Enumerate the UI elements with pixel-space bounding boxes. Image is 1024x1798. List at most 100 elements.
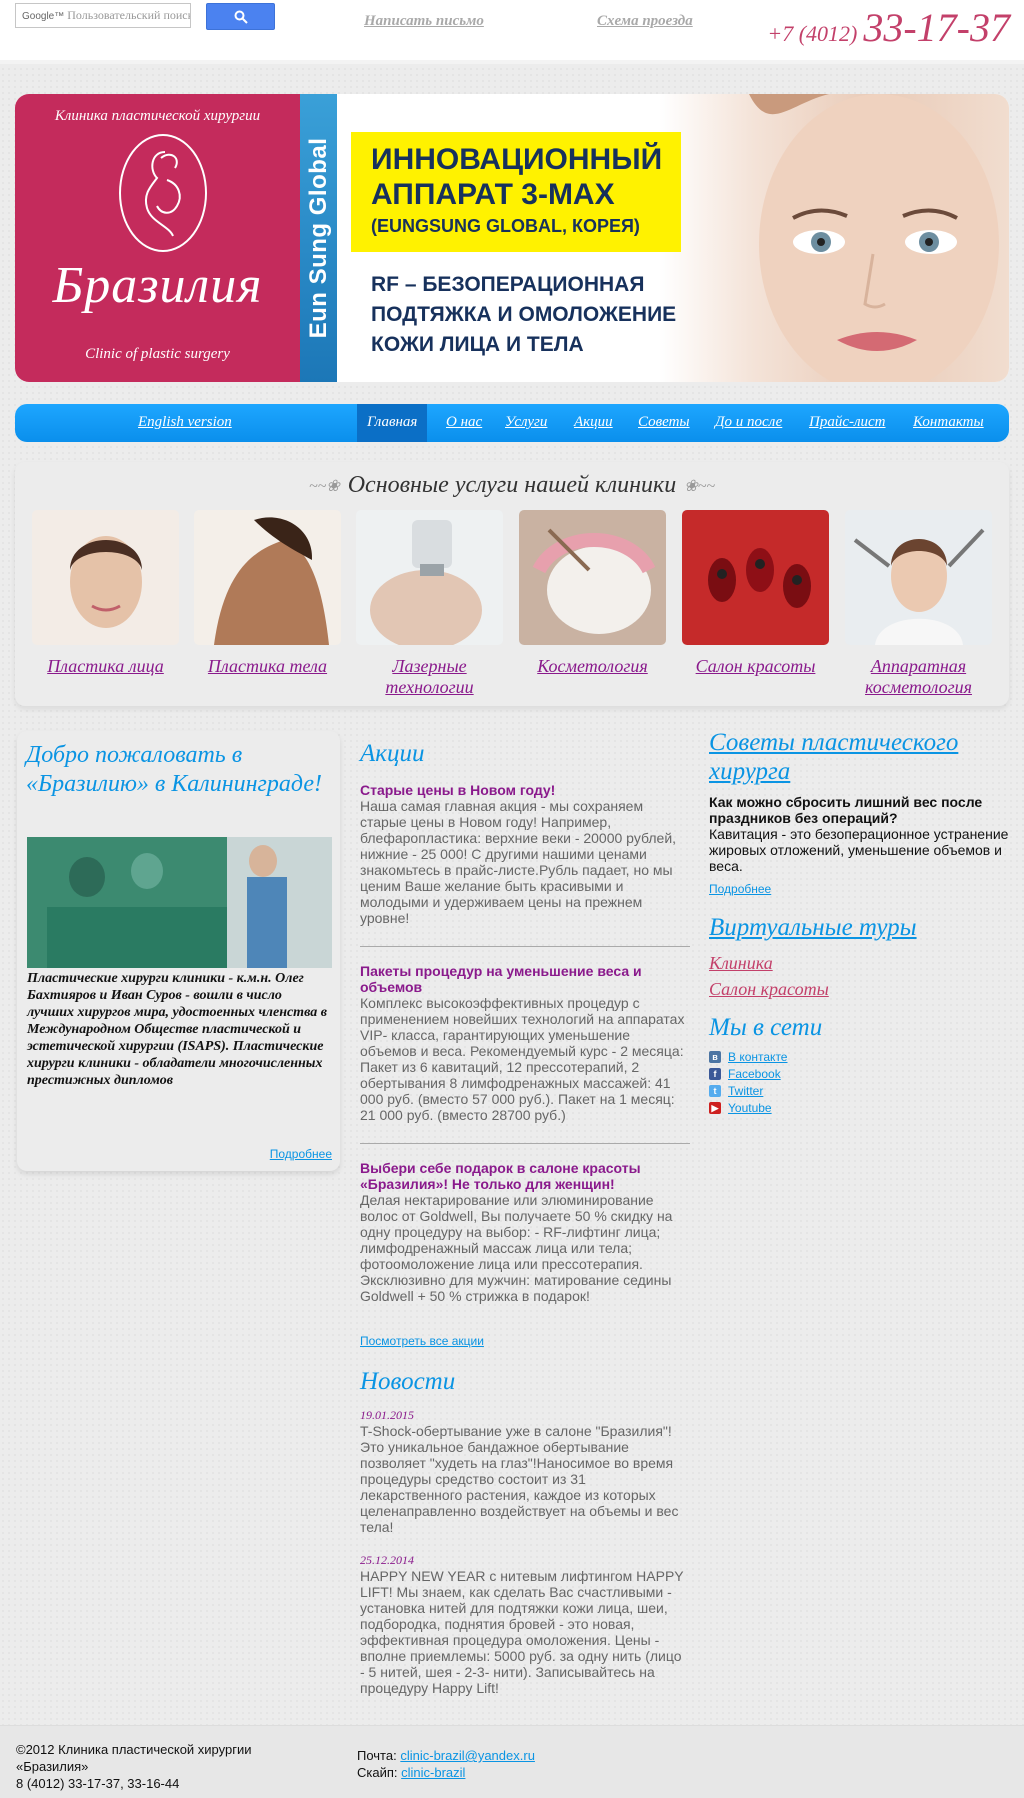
social-link-youtube[interactable]: Youtube <box>728 1101 772 1115</box>
news-text: HAPPY NEW YEAR с нитевым лифтингом HAPPY… <box>360 1568 684 1696</box>
nav-item-home[interactable]: Главная <box>357 404 428 442</box>
social-link-vk[interactable]: В контакте <box>728 1050 787 1064</box>
services-title-text: Основные услуги нашей клиники <box>347 472 677 498</box>
cosmetology-service-image <box>519 510 666 645</box>
service-card-beauty-salon[interactable]: Салон красоты <box>682 510 829 677</box>
social-link-facebook[interactable]: Facebook <box>728 1067 781 1081</box>
news-text: T-Shock-обертывание уже в салоне "Бразил… <box>360 1423 679 1535</box>
promo-title[interactable]: Пакеты процедур на уменьшение веса и объ… <box>360 963 690 995</box>
nav-item-services[interactable]: Услуги <box>505 414 547 431</box>
nav-item-tips[interactable]: Советы <box>638 414 690 431</box>
footer-copyright-line-1: ©2012 Клиника пластической хирургии <box>16 1742 252 1757</box>
logo-subtitle: Clinic of plastic surgery <box>85 346 230 362</box>
nav-item-promos[interactable]: Акции <box>574 414 613 431</box>
social-item-vk[interactable]: в В контакте <box>709 1050 1009 1064</box>
welcome-title: Добро пожаловать в «Бразилию» в Калининг… <box>26 742 322 797</box>
promo-title[interactable]: Старые цены в Новом году! <box>360 782 690 798</box>
promos-title: Акции <box>360 740 425 767</box>
search-placeholder: Пользовательский поиск <box>67 8 191 22</box>
service-card-body[interactable]: Пластика тела <box>194 510 341 677</box>
footer: ©2012 Клиника пластической хирургии «Бра… <box>0 1725 1024 1798</box>
laser-service-image <box>356 510 503 650</box>
tips-title-link[interactable]: Советы пластического хирурга <box>709 728 1009 786</box>
search-button[interactable] <box>206 3 275 30</box>
social-link-twitter[interactable]: Twitter <box>728 1084 763 1098</box>
google-brand: Google™ <box>22 11 65 22</box>
middle-column: Акции Старые цены в Новом году! Наша сам… <box>360 740 690 1696</box>
search-input[interactable]: Google™ Пользовательский поиск <box>15 3 191 28</box>
ad-title-line-1: ИННОВАЦИОННЫЙ <box>371 143 663 176</box>
ad-title-line-3: (EUNGSUNG GLOBAL, КОРЕЯ) <box>371 216 640 236</box>
welcome-box: Добро пожаловать в «Бразилию» в Калининг… <box>17 731 340 1171</box>
main-nav: English version Главная О нас Услуги Акц… <box>15 404 1009 442</box>
face-service-image <box>32 510 179 645</box>
brand-strip: Eun Sung Global <box>300 94 337 382</box>
footer-phones: 8 (4012) 33-17-37, 33-16-44 <box>16 1776 180 1791</box>
social-item-facebook[interactable]: f Facebook <box>709 1067 1009 1081</box>
tour-link-beauty-salon[interactable]: Салон красоты <box>709 976 1009 1002</box>
ad-title-line-2: АППАРАТ 3-MAX <box>371 178 615 211</box>
news-title: Новости <box>360 1368 456 1395</box>
service-card-cosmetology[interactable]: Косметология <box>519 510 666 677</box>
footer-skype-link[interactable]: clinic-brazil <box>401 1765 465 1780</box>
virtual-tours-title-link[interactable]: Виртуальные туры <box>709 914 1009 942</box>
ad-subtitle-line-3: КОЖИ ЛИЦА И ТЕЛА <box>371 333 584 356</box>
service-label-laser[interactable]: Лазерные технологии <box>356 656 503 698</box>
ad-subtitle: RF – БЕЗОПЕРАЦИОННАЯ ПОДТЯЖКА И ОМОЛОЖЕН… <box>371 270 676 360</box>
promo-title[interactable]: Выбери себе подарок в салоне красоты «Бр… <box>360 1160 690 1192</box>
all-promos-link[interactable]: Посмотреть все акции <box>360 1334 484 1348</box>
write-letter-link[interactable]: Написать письмо <box>364 13 484 30</box>
virtual-tours-list: Клиника Салон красоты <box>709 950 1009 1002</box>
nav-item-about[interactable]: О нас <box>446 414 482 431</box>
social-item-youtube[interactable]: ▶ Youtube <box>709 1101 1009 1115</box>
service-label-face[interactable]: Пластика лица <box>32 656 179 677</box>
ad-subtitle-line-2: ПОДТЯЖКА И ОМОЛОЖЕНИЕ <box>371 303 677 326</box>
service-label-hardware-cosmetology[interactable]: Аппаратная косметология <box>845 656 992 698</box>
footer-copyright: ©2012 Клиника пластической хирургии «Бра… <box>16 1741 296 1792</box>
tips-more-link[interactable]: Подробнее <box>709 882 771 896</box>
welcome-text: Пластические хирурги клиники - к.м.н. Ол… <box>27 971 327 1088</box>
swirl-left-icon: ~~❀ <box>308 478 340 496</box>
swirl-right-icon: ❀~~ <box>684 478 715 496</box>
nav-english-version[interactable]: English version <box>138 414 232 431</box>
tour-link-clinic[interactable]: Клиника <box>709 950 1009 976</box>
twitter-icon: t <box>709 1085 721 1097</box>
service-label-beauty-salon[interactable]: Салон красоты <box>682 656 829 677</box>
brand-strip-text: Eun Sung Global <box>304 137 332 339</box>
top-bar: Google™ Пользовательский поиск Написать … <box>0 0 1024 64</box>
phone-number: 33-17-37 <box>863 5 1010 50</box>
promo-text: Наша самая главная акция - мы сохраняем … <box>360 798 677 926</box>
promo-banner[interactable]: Клиника пластической хирургии Бразилия C… <box>15 94 1009 382</box>
vk-icon: в <box>709 1051 721 1063</box>
promo-text: Комплекс высокоэффективных процедур с пр… <box>360 995 685 1123</box>
surgeons-photo <box>27 837 332 968</box>
phone-code: +7 (4012) <box>767 21 858 46</box>
footer-mail-link[interactable]: clinic-brazil@yandex.ru <box>400 1748 535 1763</box>
services-title: ~~❀ Основные услуги нашей клиники ❀~~ <box>15 472 1009 499</box>
route-map-link[interactable]: Схема проезда <box>597 13 693 30</box>
promo-item: Выбери себе подарок в салоне красоты «Бр… <box>360 1144 690 1304</box>
woman-silhouette-icon <box>145 151 181 237</box>
service-card-laser[interactable]: Лазерные технологии <box>356 510 503 698</box>
social-title: Мы в сети <box>709 1014 823 1041</box>
body-service-image <box>194 510 341 645</box>
youtube-icon: ▶ <box>709 1102 721 1114</box>
welcome-more-link[interactable]: Подробнее <box>270 1147 332 1161</box>
service-card-hardware-cosmetology[interactable]: Аппаратная косметология <box>845 510 992 698</box>
beauty-salon-service-image <box>682 510 829 645</box>
social-list: в В контакте f Facebook t Twitter ▶ Yout… <box>709 1050 1009 1115</box>
footer-copyright-line-2: «Бразилия» <box>16 1759 89 1774</box>
news-item: 19.01.2015 T-Shock-обертывание уже в сал… <box>360 1408 690 1535</box>
nav-item-contacts[interactable]: Контакты <box>913 414 984 431</box>
social-item-twitter[interactable]: t Twitter <box>709 1084 1009 1098</box>
nav-item-prices[interactable]: Прайс-лист <box>809 414 886 431</box>
right-column: Советы пластического хирурга Как можно с… <box>709 728 1009 1115</box>
clinic-logo[interactable]: Клиника пластической хирургии Бразилия C… <box>15 94 300 382</box>
service-card-face[interactable]: Пластика лица <box>32 510 179 677</box>
promo-item: Старые цены в Новом году! Наша самая гла… <box>360 768 690 947</box>
promo-item: Пакеты процедур на уменьшение веса и объ… <box>360 947 690 1144</box>
service-label-cosmetology[interactable]: Косметология <box>519 656 666 677</box>
nav-item-before-after[interactable]: До и после <box>715 414 782 431</box>
tips-answer: Кавитация - это безоперационное устранен… <box>709 826 1009 874</box>
service-label-body[interactable]: Пластика тела <box>194 656 341 677</box>
